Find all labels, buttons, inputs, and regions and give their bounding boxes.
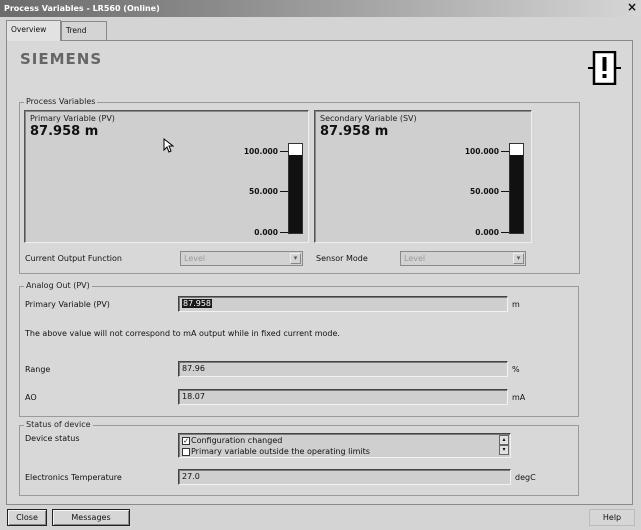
sensor-mode-select[interactable]: Level ▾ xyxy=(400,251,526,266)
chevron-down-icon[interactable]: ▾ xyxy=(513,253,524,264)
range-label: Range xyxy=(25,365,51,374)
status-item-label: Configuration changed xyxy=(191,436,283,445)
sv-tick-max-line xyxy=(501,151,509,152)
electronics-temperature-unit: degC xyxy=(515,473,536,482)
help-button[interactable]: Help xyxy=(589,509,635,526)
electronics-temperature-label: Electronics Temperature xyxy=(25,473,122,482)
siemens-logo: SIEMENS xyxy=(20,50,103,68)
ao-field[interactable]: 18.07 xyxy=(178,389,508,405)
pv-tick-min-line xyxy=(280,232,288,233)
pv-tick-mid-line xyxy=(280,191,288,192)
title-bar: Process Variables - LR560 (Online) × xyxy=(0,0,641,17)
sv-name: Secondary Variable (SV) xyxy=(320,114,417,123)
pv-name: Primary Variable (PV) xyxy=(30,114,115,123)
status-item[interactable]: Primary variable outside the operating l… xyxy=(182,446,510,457)
ao-unit: mA xyxy=(512,393,526,402)
sv-tick-mid-line xyxy=(501,191,509,192)
status-item[interactable]: ✓ Configuration changed xyxy=(182,435,510,446)
device-status-label: Device status xyxy=(25,434,80,443)
range-unit: % xyxy=(512,365,520,374)
electronics-temperature-field[interactable]: 27.0 xyxy=(178,469,511,485)
sv-level-bar-fill xyxy=(510,154,523,233)
device-alert-icon xyxy=(588,51,621,85)
sv-tick-min-line xyxy=(501,232,509,233)
current-output-function-select[interactable]: Level ▾ xyxy=(180,251,303,266)
sv-tick-mid: 50.000 xyxy=(470,187,499,196)
tab-overview[interactable]: Overview xyxy=(6,20,61,41)
sv-level-bar xyxy=(509,143,524,234)
process-variables-title: Process Variables xyxy=(24,97,98,107)
ao-pv-unit: m xyxy=(512,300,520,309)
sensor-mode-value: Level xyxy=(404,254,426,263)
unchecked-checkbox-icon[interactable] xyxy=(182,447,190,456)
ao-label: AO xyxy=(25,393,37,402)
pv-tick-mid: 50.000 xyxy=(249,187,278,196)
chevron-down-icon[interactable]: ▾ xyxy=(290,253,301,264)
messages-button[interactable]: Messages xyxy=(52,509,130,526)
ao-note: The above value will not correspond to m… xyxy=(25,329,340,338)
pv-level-bar-fill xyxy=(289,154,302,233)
ao-pv-field[interactable]: 87.958 xyxy=(178,296,508,312)
sv-tick-max: 100.000 xyxy=(464,147,499,156)
pv-tick-max: 100.000 xyxy=(243,147,278,156)
sv-tick-min: 0.000 xyxy=(475,228,499,237)
analog-out-title: Analog Out (PV) xyxy=(24,281,92,291)
close-button[interactable]: Close xyxy=(7,509,47,526)
pv-value: 87.958 m xyxy=(30,124,99,139)
ao-pv-label: Primary Variable (PV) xyxy=(25,300,110,309)
sensor-mode-label: Sensor Mode xyxy=(316,254,368,263)
sv-value: 87.958 m xyxy=(320,124,389,139)
close-window-icon[interactable]: × xyxy=(627,0,637,15)
process-variables-window: Process Variables - LR560 (Online) × Ove… xyxy=(0,0,641,530)
pv-tick-min: 0.000 xyxy=(254,228,278,237)
tab-trend-view[interactable]: Trend View xyxy=(61,21,107,52)
status-title: Status of device xyxy=(24,420,93,430)
pv-tick-max-line xyxy=(280,151,288,152)
pv-level-bar xyxy=(288,143,303,234)
current-output-function-value: Level xyxy=(184,254,206,263)
scroll-up-icon[interactable]: ▴ xyxy=(499,435,509,445)
current-output-function-label: Current Output Function xyxy=(25,254,122,263)
status-item-label: Primary variable outside the operating l… xyxy=(191,447,370,456)
mouse-pointer-icon xyxy=(163,138,174,153)
window-title: Process Variables - LR560 (Online) xyxy=(4,4,160,13)
ao-pv-value: 87.958 xyxy=(182,299,212,308)
device-status-list[interactable]: ✓ Configuration changed Primary variable … xyxy=(178,433,511,458)
checked-checkbox-icon[interactable]: ✓ xyxy=(182,436,190,445)
range-field[interactable]: 87.96 xyxy=(178,361,508,377)
scroll-down-icon[interactable]: ▾ xyxy=(499,445,509,455)
